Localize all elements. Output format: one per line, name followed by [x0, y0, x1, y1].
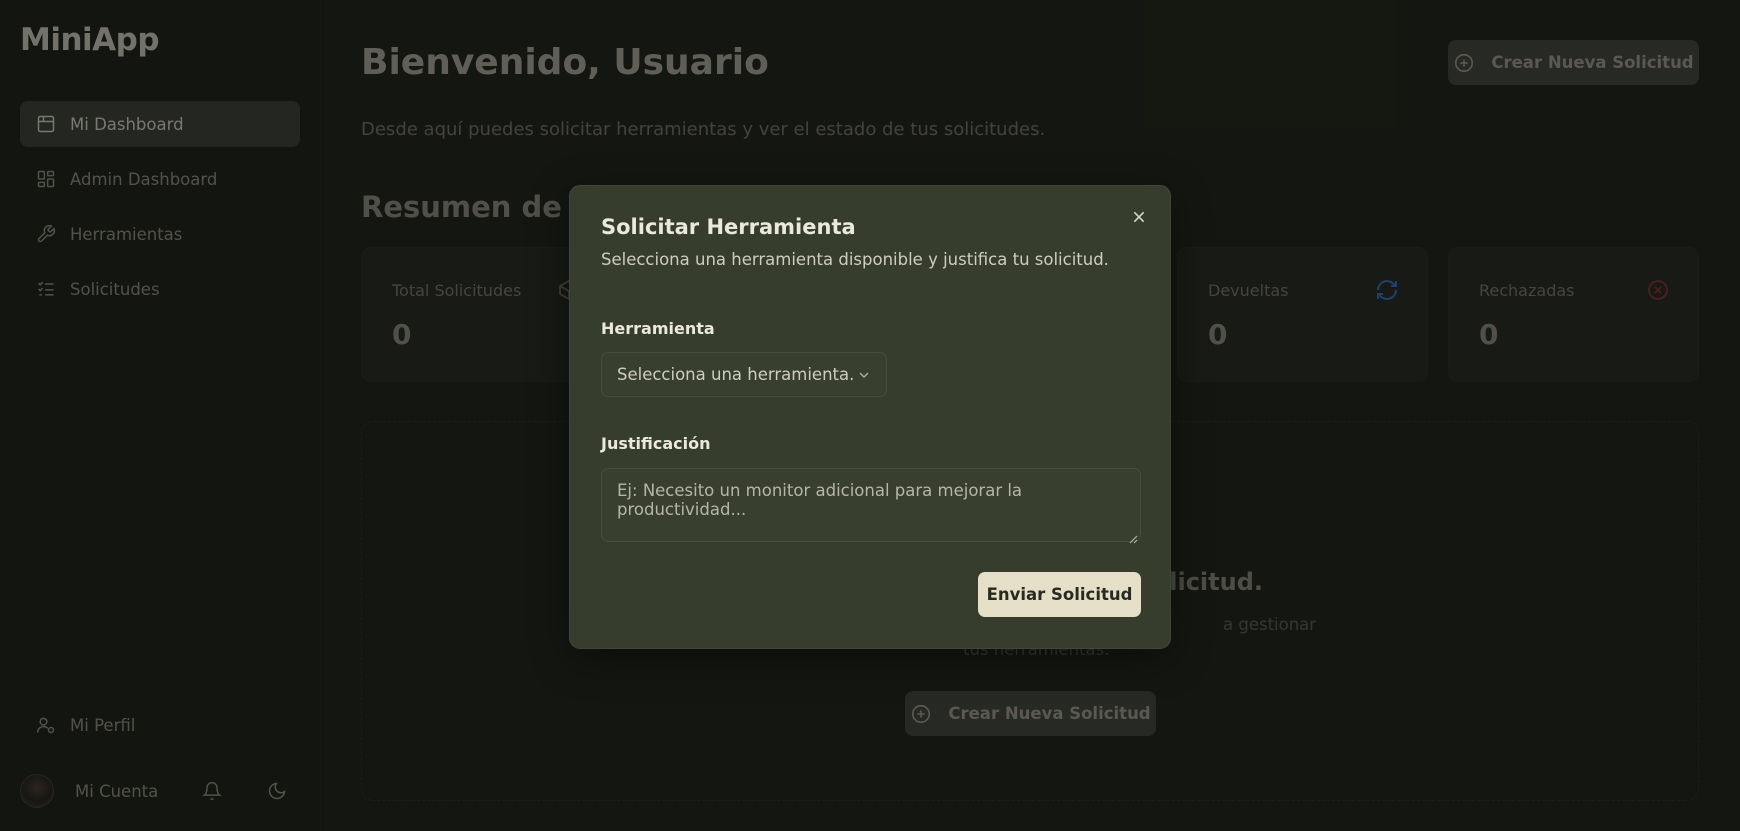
modal-description: Selecciona una herramienta disponible y …	[601, 250, 1109, 269]
resize-handle-icon[interactable]	[1128, 529, 1138, 544]
justification-textarea[interactable]	[601, 468, 1141, 542]
submit-request-button[interactable]: Enviar Solicitud	[978, 572, 1141, 617]
chevron-down-icon	[856, 367, 872, 383]
tool-select[interactable]: Selecciona una herramienta...	[601, 352, 887, 397]
request-tool-modal: Solicitar Herramienta Selecciona una her…	[569, 185, 1171, 649]
modal-title: Solicitar Herramienta	[601, 215, 856, 239]
select-value: Selecciona una herramienta...	[617, 365, 856, 384]
justification-field-label: Justificación	[601, 434, 711, 453]
tool-field-label: Herramienta	[601, 319, 715, 338]
close-icon[interactable]	[1128, 206, 1150, 228]
